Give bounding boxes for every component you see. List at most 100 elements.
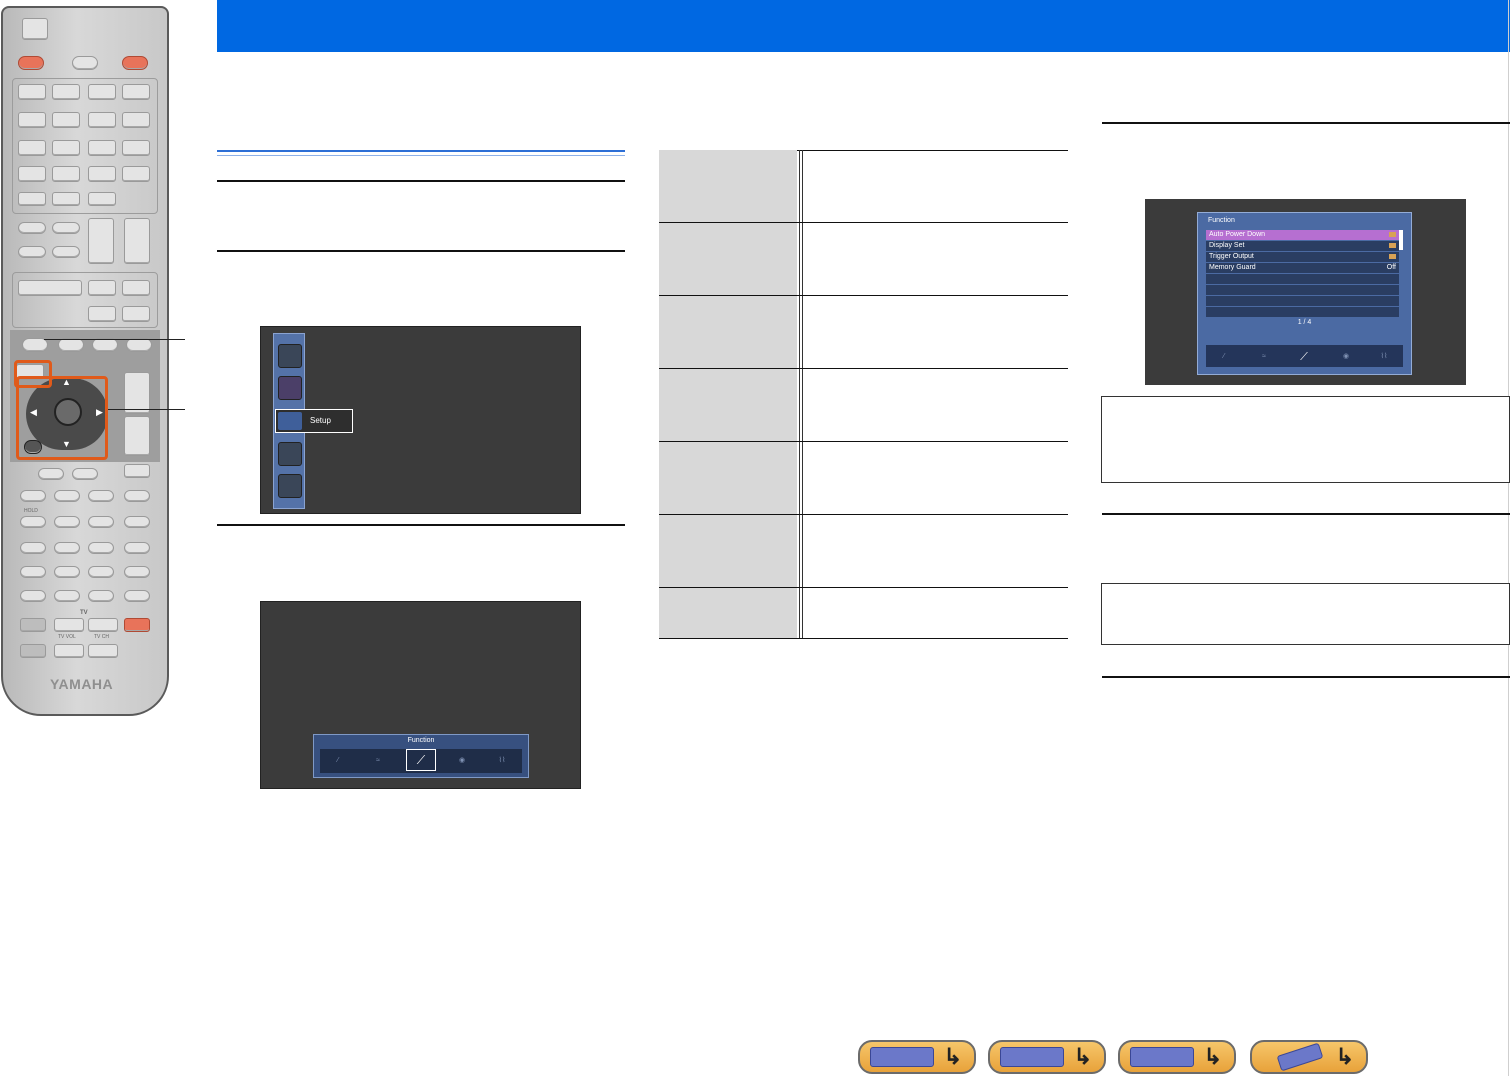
remote-input-btn — [88, 112, 116, 128]
remote-input-btn — [18, 84, 46, 100]
remote-input-btn — [52, 140, 80, 156]
input-menu-icon — [278, 344, 302, 368]
remote-input-btn — [52, 112, 80, 128]
table-row — [659, 150, 1068, 223]
front-panel-nav-button[interactable]: ↳ — [858, 1040, 976, 1074]
osd-function-bar: Function ⁄ ≈ ⟋ ◉ ⌇⌇ — [313, 734, 529, 778]
table-row-separator — [799, 588, 803, 638]
remote-mode-btn — [122, 306, 150, 322]
osd-item-value: Off — [1386, 264, 1396, 271]
rear-panel-nav-button[interactable]: ↳ — [988, 1040, 1106, 1074]
remote-input-btn — [18, 166, 46, 182]
remote-num-btn — [124, 590, 150, 602]
remote-scene-btn — [18, 246, 46, 258]
table-row-key — [659, 515, 797, 587]
remote-scene-btn — [18, 222, 46, 234]
speaker-setup-icon: ⁄ — [337, 757, 339, 764]
table-row — [659, 296, 1068, 369]
osd-item-trigger-output[interactable]: Trigger Output — [1206, 252, 1399, 262]
function-bar-title: Function — [407, 737, 435, 744]
table-row-value — [809, 588, 1068, 638]
remote-input-btn — [52, 192, 80, 206]
jump-arrow-icon: ↳ — [1073, 1044, 1092, 1069]
remote-forward-btn — [124, 490, 150, 502]
front-display-icon — [1130, 1047, 1194, 1067]
jump-arrow-icon: ↳ — [1203, 1044, 1222, 1069]
remote-input-btn — [122, 84, 150, 100]
remote-input-btn — [52, 84, 80, 100]
step-rule-2 — [217, 250, 625, 252]
remote-tv-ch-down — [88, 644, 118, 658]
submenu-folder-icon — [1389, 232, 1396, 237]
function-tool-icon[interactable]: ⟋ — [406, 749, 436, 771]
remote-tv-power-btn — [124, 618, 150, 632]
remote-input-btn — [122, 140, 150, 156]
osd-empty-row — [1206, 296, 1399, 306]
settings-table — [659, 150, 1068, 639]
remote-input-btn — [88, 84, 116, 100]
remote-ff-btn — [54, 516, 80, 528]
callout-line-2 — [108, 409, 185, 410]
remote-option-btn — [92, 338, 118, 352]
step-rule-4 — [1102, 122, 1510, 124]
remote-tv-vol-down — [54, 644, 84, 658]
remote-input-btn — [88, 140, 116, 156]
remote-tv-mute-btn — [20, 644, 46, 658]
osd-item-label: Memory Guard — [1209, 264, 1256, 271]
remote-num-btn — [124, 566, 150, 578]
screen-setup-menu: Setup — [260, 326, 581, 514]
osd-function-title: Function — [1208, 217, 1235, 224]
remote-power-right-button — [122, 56, 148, 70]
ecology-icon: ◉ — [1342, 353, 1350, 360]
step-rule-3 — [217, 524, 625, 526]
note-box-1 — [1101, 396, 1510, 483]
remote-source-switch — [22, 18, 48, 40]
osd-page-indicator: 1 / 4 — [1297, 319, 1312, 326]
remote-play-btn — [20, 490, 46, 502]
remote-input-btn — [18, 112, 46, 128]
remote-tv-ch-up — [88, 618, 118, 632]
remote-num-btn — [88, 566, 114, 578]
remote-mode-btn — [88, 306, 116, 322]
screen-function-bar: Function ⁄ ≈ ⟋ ◉ ⌇⌇ — [260, 601, 581, 789]
table-row-value — [809, 515, 1068, 587]
remote-input-btn — [18, 192, 46, 206]
remote-num-btn — [54, 590, 80, 602]
submenu-folder-icon — [1389, 243, 1396, 248]
osd-item-label: Trigger Output — [1209, 253, 1254, 260]
osd-item-display-set[interactable]: Display Set — [1206, 241, 1399, 251]
remote-power-left-button — [18, 56, 44, 70]
setup-menu-label: Setup — [310, 416, 331, 425]
osd-empty-row — [1206, 285, 1399, 295]
remote-input-btn — [122, 166, 150, 182]
osd-function-list: Auto Power Down Display Set Trigger Outp… — [1206, 230, 1399, 318]
remote-nav-button[interactable]: ↳ — [1250, 1040, 1368, 1074]
table-row-value — [809, 223, 1068, 295]
screen-function-menu: Function Auto Power Down Display Set Tri… — [1145, 199, 1466, 385]
signal-info-icon: ⌇⌇ — [1380, 353, 1388, 360]
remote-tv-ch-label: TV CH — [94, 634, 109, 640]
osd-item-memory-guard[interactable]: Memory Guard Off — [1206, 263, 1399, 273]
osd-item-auto-power-down[interactable]: Auto Power Down — [1206, 230, 1399, 240]
receiver-front-icon — [870, 1047, 934, 1067]
remote-mode-btn — [122, 280, 150, 296]
remote-input-btn — [18, 140, 46, 156]
remote-tv-vol-label: TV VOL — [58, 634, 76, 640]
remote-hold-label: HOLD — [24, 508, 38, 514]
signal-info-icon: ⌇⌇ — [498, 757, 506, 764]
remote-stop-btn — [54, 490, 80, 502]
table-row — [659, 223, 1068, 296]
remote-num-btn — [124, 542, 150, 554]
remote-pause-btn — [88, 490, 114, 502]
setup-tool-icon — [278, 412, 302, 430]
remote-program-up — [88, 218, 114, 264]
display-panel-nav-button[interactable]: ↳ — [1118, 1040, 1236, 1074]
osd-scrollbar[interactable] — [1399, 230, 1403, 250]
remote-tv-input-btn — [20, 618, 46, 632]
table-row-value — [809, 369, 1068, 441]
remote-preset-up — [124, 218, 150, 264]
table-row-value — [809, 442, 1068, 514]
setup-menu-item[interactable]: Setup — [275, 409, 353, 433]
highlight-cursor-buttons — [16, 376, 108, 460]
remote-scene-btn — [52, 222, 80, 234]
